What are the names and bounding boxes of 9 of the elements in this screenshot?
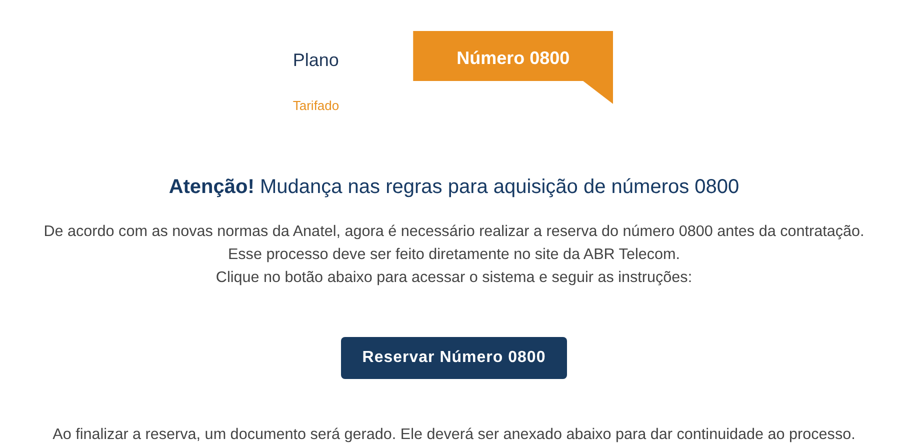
- notice-text: De acordo com as novas normas da Anatel, agora é necessário realizar a reserva do número 0800 antes da contratação.: [44, 222, 864, 242]
- plan-tag: Número 0800: [413, 31, 614, 104]
- notice-text: Clique no botão abaixo para acessar o sistema e seguir as instruções:: [216, 268, 692, 288]
- plan-type: Tarifado: [292, 97, 340, 115]
- notice-title: Atenção! Mudança nas regras para aquisição de números 0800: [168, 174, 740, 200]
- notice-text: Esse processo deve ser feito diretamente no site da ABR Telecom.: [228, 244, 680, 264]
- plan-label: Plano: [292, 49, 340, 72]
- reserve-button[interactable]: Reservar Número 0800: [341, 336, 567, 378]
- footer-text: Ao finalizar a reserva, um documento será gerado. Ele deverá ser anexado abaixo para dar continuidade ao processo.: [52, 424, 856, 444]
